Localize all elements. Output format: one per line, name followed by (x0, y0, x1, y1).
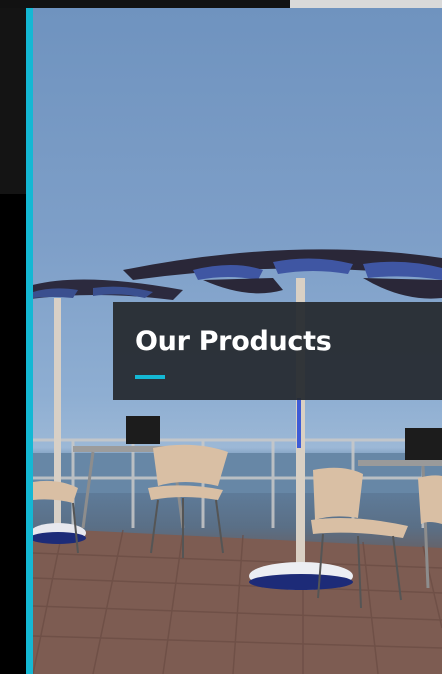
products-section: Our Products (0, 0, 442, 674)
title-underline (135, 375, 165, 379)
section-title-card: Our Products (113, 302, 442, 400)
hero-image: Our Products (33, 8, 442, 674)
top-strip-highlight (290, 0, 442, 8)
section-title: Our Products (135, 326, 332, 357)
accent-bar (26, 8, 33, 674)
